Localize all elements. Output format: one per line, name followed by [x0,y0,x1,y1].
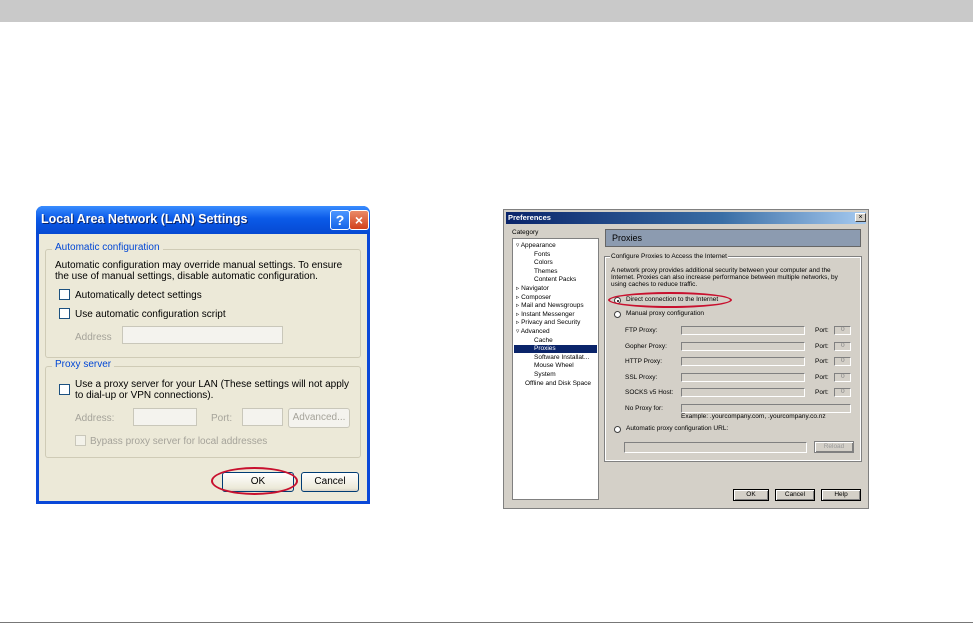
proxy-row-label: FTP Proxy: [625,327,658,334]
pref-titlebar: Preferences × [506,212,866,224]
tree-item[interactable]: ▹ Privacy and Security [516,319,580,327]
manual-proxy-radio[interactable] [614,311,621,318]
proxy-port-input[interactable] [242,408,283,426]
lan-cancel-button[interactable]: Cancel [301,472,359,492]
proxy-port-input[interactable]: 0 [834,341,851,351]
proxy-host-input[interactable] [681,403,851,413]
proxy-port-label: Port: [815,342,829,350]
category-tree[interactable]: ▿ Appearance Fonts Colors Themes Content Pac… [512,238,599,500]
auto-proxy-url-input[interactable] [624,442,807,453]
proxy-port-label: Port: [815,358,829,365]
tree-item[interactable]: ▹ Composer [516,294,551,302]
pref-dialog-title: Preferences [508,213,551,222]
manual-proxy-label: Manual proxy configuration [626,310,705,317]
address-input[interactable] [122,326,283,344]
preferences-dialog: Preferences × Category ▿ Appearance Fonts… [503,209,869,509]
automatic-configuration-label: Automatic configuration [52,242,163,253]
proxy-port-label: Port: [815,389,829,396]
proxy-row-label: SSL Proxy: [625,373,658,381]
proxy-port-input[interactable]: 0 [834,326,851,335]
use-proxy-label: Use a proxy server for your LAN (These s… [75,379,349,401]
pref-cancel-button[interactable]: Cancel [775,489,815,501]
lan-titlebar: Local Area Network (LAN) Settings ? × [36,206,370,234]
tree-item[interactable]: ▿ Advanced [516,328,550,336]
proxy-row-label: No Proxy for: [625,404,663,412]
tree-item[interactable]: Content Packs [534,276,576,284]
proxies-header-title: Proxies [612,233,643,243]
proxy-row-label: HTTP Proxy: [625,358,663,365]
bypass-checkbox[interactable] [75,435,86,446]
proxy-port-input[interactable]: 0 [834,357,851,366]
proxy-address-input[interactable] [133,408,197,426]
proxy-port-value: 0 [841,372,845,380]
tree-item[interactable]: Cache [534,337,553,345]
auto-proxy-url-label: Automatic proxy configuration URL: [626,425,729,432]
proxy-port-value: 0 [841,326,845,333]
tree-item[interactable]: Proxies [534,345,556,353]
proxy-address-label: Address: [75,413,115,424]
lan-settings-dialog: Local Area Network (LAN) Settings ? × Au… [36,206,370,504]
tree-item[interactable]: Fonts [534,251,550,259]
use-proxy-checkbox[interactable] [59,384,70,395]
proxy-row-label: Gopher Proxy: [625,342,667,350]
no-proxy-example: Example: .yourcompany.com, .yourcompany.… [681,413,826,420]
tree-item[interactable]: Colors [534,259,553,267]
proxy-port-label: Port: [815,373,829,381]
tree-item[interactable]: Offline and Disk Space [525,380,591,388]
proxy-host-input[interactable] [681,388,805,397]
pref-help-button[interactable]: Help [821,489,861,501]
tree-item[interactable]: Themes [534,268,557,276]
bypass-label: Bypass proxy server for local addresses [90,436,268,447]
proxies-header: Proxies [605,229,861,247]
proxy-host-input[interactable] [681,372,805,382]
auto-script-checkbox[interactable] [59,308,70,319]
proxy-port-label: Port: [815,327,829,334]
page-header-bar [0,0,973,22]
tree-item[interactable]: Software Installat... [534,354,589,362]
tree-item[interactable]: System [534,371,556,379]
close-icon[interactable]: × [349,210,369,230]
tree-item[interactable]: Mouse Wheel [534,362,574,370]
proxy-host-input[interactable] [681,357,805,366]
reload-button[interactable]: Reload [814,441,854,453]
tree-item[interactable]: ▿ Appearance [516,242,556,250]
advanced-button[interactable]: Advanced... [288,408,350,428]
proxy-host-input[interactable] [681,326,805,335]
tree-item[interactable]: ▹ Instant Messenger [516,311,575,319]
page-footer-line [0,622,973,623]
proxy-host-input[interactable] [681,341,805,351]
ok-highlight-ring [211,467,298,495]
auto-script-label: Use automatic configuration script [75,309,226,320]
tree-item[interactable]: ▹ Navigator [516,285,549,293]
automatic-configuration-text: Automatic configuration may override man… [55,260,343,282]
proxy-row-label: SOCKS v5 Host: [625,389,674,396]
auto-proxy-url-radio[interactable] [614,426,621,433]
tree-item[interactable]: ▹ Mail and Newsgroups [516,302,584,310]
proxy-port-value: 0 [841,341,845,349]
pref-ok-button[interactable]: OK [733,489,769,501]
lan-dialog-title: Local Area Network (LAN) Settings [41,212,248,226]
lan-dialog-body: Automatic configuration Automatic config… [39,234,367,501]
category-label: Category [512,229,539,236]
address-label: Address [75,332,112,343]
proxy-port-input[interactable]: 0 [834,372,851,382]
auto-detect-checkbox[interactable] [59,289,70,300]
proxy-port-input[interactable]: 0 [834,388,851,397]
pref-close-icon[interactable]: × [855,213,866,222]
configure-proxies-label: Configure Proxies to Access the Internet [610,253,728,261]
proxy-description-line3: using caches to reduce traffic. [611,281,698,288]
proxy-port-value: 0 [841,357,845,364]
tree-item-selected[interactable]: Proxies [514,345,597,354]
auto-detect-label: Automatically detect settings [75,290,202,301]
proxy-port-value: 0 [841,388,845,395]
help-icon[interactable]: ? [330,210,350,230]
proxy-server-label: Proxy server [52,359,115,370]
direct-connection-highlight-ring [608,292,732,308]
proxy-port-label: Port: [211,413,233,424]
